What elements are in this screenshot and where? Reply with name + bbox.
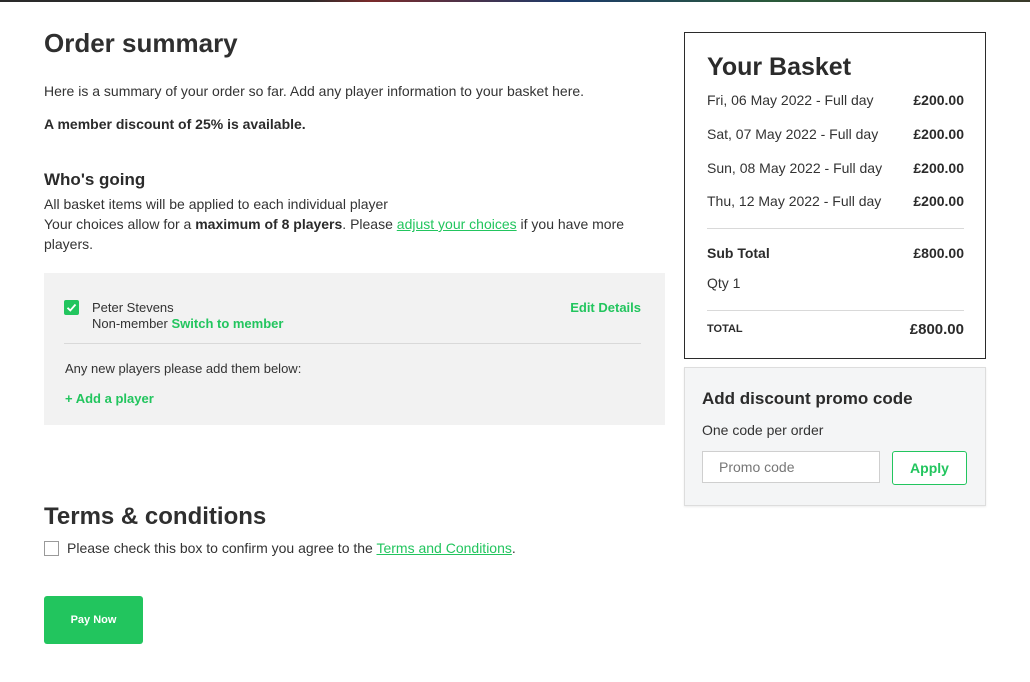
promo-subtitle: One code per order <box>702 422 824 438</box>
player-status: Non-member <box>92 316 168 331</box>
terms-title: Terms & conditions <box>44 503 267 530</box>
basket-item-price: £200.00 <box>913 193 964 209</box>
page-title: Order summary <box>44 28 238 58</box>
basket-divider <box>707 228 964 229</box>
terms-text-suffix: . <box>511 540 516 556</box>
basket-item-label: Sat, 07 May 2022 - Full day <box>707 126 879 142</box>
switch-to-member-link[interactable]: Switch to member <box>171 316 283 331</box>
line2-prefix: Your choices allow for a <box>44 216 196 232</box>
subtotal-value: £800.00 <box>913 245 964 261</box>
players-divider <box>64 343 641 344</box>
subtotal-row: Sub Total £800.00 <box>707 245 964 261</box>
whos-going-line2: Your choices allow for a maximum of 8 pl… <box>44 216 624 232</box>
promo-code-input[interactable] <box>702 451 880 483</box>
basket-panel: Your Basket Fri, 06 May 2022 - Full day £… <box>684 32 986 359</box>
discount-note: A member discount of 25% is available. <box>44 116 306 132</box>
adjust-choices-link[interactable]: adjust your choices <box>397 216 517 232</box>
whos-going-line3: players. <box>44 236 94 252</box>
player-name: Peter Stevens <box>92 300 174 315</box>
apply-button[interactable]: Apply <box>892 451 967 485</box>
terms-checkbox[interactable] <box>44 541 59 556</box>
promo-panel: Add discount promo code One code per ord… <box>684 367 986 506</box>
edit-details-link[interactable]: Edit Details <box>570 300 641 315</box>
promo-title: Add discount promo code <box>702 389 913 408</box>
subtotal-label: Sub Total <box>707 245 770 261</box>
total-label: TOTAL <box>707 323 743 335</box>
new-players-note: Any new players please add them below: <box>65 361 302 376</box>
player-status-line: Non-member Switch to member <box>92 316 283 331</box>
basket-item: Sun, 08 May 2022 - Full day £200.00 <box>707 160 964 176</box>
basket-item: Fri, 06 May 2022 - Full day £200.00 <box>707 92 964 108</box>
order-intro: Here is a summary of your order so far. … <box>44 83 585 99</box>
basket-item: Thu, 12 May 2022 - Full day £200.00 <box>707 193 964 209</box>
terms-text-prefix: Please check this box to confirm you agr… <box>67 540 377 556</box>
check-icon <box>66 303 77 312</box>
basket-item-label: Fri, 06 May 2022 - Full day <box>707 92 874 108</box>
whos-going-title: Who's going <box>44 170 146 189</box>
line2-suffix: if you have more <box>516 216 625 232</box>
max-players-text: maximum of 8 players <box>195 216 343 232</box>
basket-item-price: £200.00 <box>913 160 964 176</box>
terms-text: Please check this box to confirm you agr… <box>67 540 516 556</box>
player-checkbox[interactable] <box>64 300 79 315</box>
players-panel: Peter Stevens Non-member Switch to membe… <box>44 273 665 425</box>
terms-link[interactable]: Terms and Conditions <box>376 540 511 556</box>
basket-item: Sat, 07 May 2022 - Full day £200.00 <box>707 126 964 142</box>
basket-divider <box>707 310 964 311</box>
qty-label: Qty 1 <box>707 275 741 291</box>
pay-now-button[interactable]: Pay Now <box>44 596 143 644</box>
basket-item-label: Sun, 08 May 2022 - Full day <box>707 160 883 176</box>
line2-mid: . Please <box>342 216 397 232</box>
basket-item-price: £200.00 <box>913 126 964 142</box>
add-player-link[interactable]: + Add a player <box>65 391 154 406</box>
whos-going-line1: All basket items will be applied to each… <box>44 196 388 212</box>
basket-item-price: £200.00 <box>913 92 964 108</box>
basket-item-label: Thu, 12 May 2022 - Full day <box>707 193 882 209</box>
total-value: £800.00 <box>909 321 964 338</box>
top-accent-bar <box>0 0 1030 2</box>
basket-title: Your Basket <box>707 53 852 81</box>
